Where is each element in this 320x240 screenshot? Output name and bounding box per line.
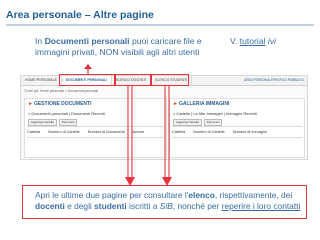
nav-home-personale[interactable]: HOME PERSONALE [21,76,62,85]
documents-path[interactable]: » Documenti personali | Documenti Recent… [28,111,105,116]
images-panel: ►GALLERIA IMMAGINI » Cartelle | Le Mie I… [169,98,305,158]
profilo-pubblico-link[interactable]: PROFILO PUBBLICO [273,76,304,85]
intro-line-2: immagini privati, NON visibili agli altr… [35,47,200,57]
images-table-header: Cartella Numero di Cartelle Numero di Im… [172,126,302,138]
intro-pointer-arrow [84,64,92,75]
column-header: Numero di Immagini [232,130,267,134]
add-folder-button[interactable]: Aggiungi Cartella [28,119,57,126]
documents-panel-title: ►GESTIONE DOCUMENTI [28,101,92,107]
breadcrumb: Tu sei qui: Home personale » Documenti p… [24,89,98,93]
column-header: Cartella [27,130,41,134]
arrow-icon: ► [173,101,178,107]
studenti-term: studenti [94,200,127,211]
page-title: Area personale – Altre pagine [6,9,154,21]
title-divider [6,24,314,26]
images-buttons: Aggiungi Cartella Permessi [173,119,223,126]
docenti-pointer-arrow [125,86,135,186]
highlight-elenco-studenti [151,74,189,86]
tutorial-reference: V. tutorial ivi [230,36,277,46]
area-personale-link[interactable]: AREA PERSONALE [244,76,273,85]
bottom-note: Apri le ultime due pagine per consultare… [35,190,301,211]
permissions-button[interactable]: Permessi [58,119,78,126]
tutorial-link[interactable]: tutorial [240,36,266,46]
images-path[interactable]: » Cartelle | Le Mie Immagini | Immagini … [173,111,257,116]
contacts-link[interactable]: reperire i loro contatti [222,201,301,211]
documents-buttons: Aggiungi Cartella Permessi [28,119,78,126]
column-header: Cartella [172,130,186,134]
studenti-pointer-arrow [162,86,172,186]
column-header: Numero di Cartelle [48,130,80,134]
column-header: Numero di Cartelle [193,130,225,134]
column-header: Numero di Documenti [87,130,125,134]
page-header: Area personale – Altre pagine [6,5,316,26]
documents-table-header: Cartella Numero di Cartelle Numero di Do… [27,126,164,138]
elenco-term: elenco [188,190,215,200]
add-folder-button[interactable]: Aggiungi Cartella [173,119,202,126]
highlight-elenco-docenti [115,74,151,86]
docenti-term: docenti [35,200,65,211]
documents-panel: ►GESTIONE DOCUMENTI » Documenti personal… [24,98,167,158]
permissions-button[interactable]: Permessi [203,119,223,126]
sib-term: SiB [159,200,173,211]
arrow-icon: ► [28,101,33,107]
documenti-personali-term: Documenti personali [44,36,130,46]
images-panel-title: ►GALLERIA IMMAGINI [173,101,230,107]
